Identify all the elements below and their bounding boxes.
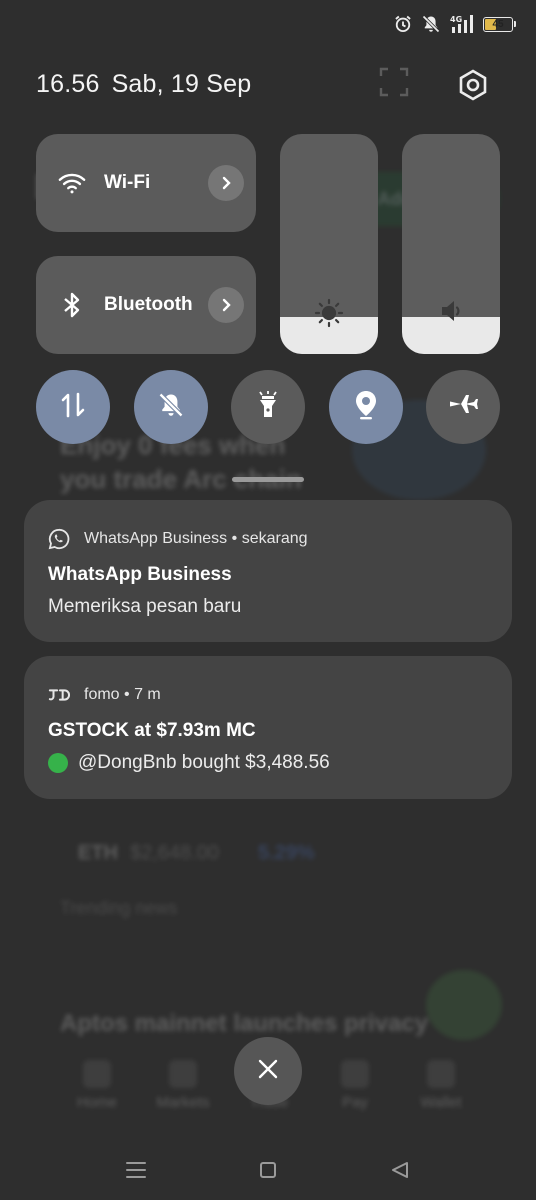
- wifi-details-button[interactable]: [208, 165, 244, 201]
- battery-icon: 45: [483, 16, 513, 32]
- whatsapp-icon: [48, 528, 70, 550]
- network-label: 4G: [450, 15, 462, 24]
- notification-time: 7 m: [134, 686, 161, 703]
- bg-eth-change: 5.29%: [258, 842, 315, 864]
- wifi-label: Wi-Fi: [104, 172, 151, 193]
- bg-eth-symbol: ETH: [78, 842, 118, 864]
- back-button[interactable]: [386, 1156, 414, 1184]
- notification-app-name: fomo: [84, 686, 120, 703]
- bg-assistant-icon: [426, 970, 502, 1040]
- notification-time: sekarang: [241, 530, 308, 547]
- airplane-mode-toggle[interactable]: [426, 370, 500, 444]
- volume-slider[interactable]: [402, 134, 500, 354]
- home-button[interactable]: [254, 1156, 282, 1184]
- speaker-icon: [402, 298, 500, 324]
- clear-all-button[interactable]: [234, 1037, 302, 1105]
- battery-percent: 45: [492, 18, 504, 30]
- signal-4g-icon: 4G: [449, 14, 475, 34]
- notification-fomo[interactable]: fomo • 7 m GSTOCK at $7.93m MC @DongBnb …: [24, 656, 512, 799]
- bluetooth-icon: [58, 291, 86, 319]
- bg-news-headline: Aptos mainnet launches privacy: [60, 1010, 429, 1037]
- bg-nav-tab: Markets: [148, 1060, 218, 1111]
- recent-apps-button[interactable]: [122, 1156, 150, 1184]
- clock[interactable]: 16.56 Sab, 19 Sep: [36, 70, 251, 99]
- wifi-icon: [58, 169, 86, 197]
- wifi-tile[interactable]: Wi-Fi: [36, 134, 256, 232]
- mobile-data-toggle[interactable]: [36, 370, 110, 444]
- bluetooth-tile[interactable]: Bluetooth: [36, 256, 256, 354]
- time-text: 16.56: [36, 70, 100, 98]
- edit-tiles-icon[interactable]: [378, 66, 410, 98]
- panel-drag-handle[interactable]: [232, 477, 304, 482]
- notification-title: WhatsApp Business: [48, 564, 232, 585]
- brightness-icon: [280, 298, 378, 328]
- notification-body-text: Memeriksa pesan baru: [48, 596, 242, 617]
- airplane-icon: [448, 392, 478, 423]
- fomo-logo-icon: [48, 684, 70, 706]
- system-nav-bar: [0, 1140, 536, 1200]
- notification-header: fomo • 7 m: [48, 684, 161, 706]
- brightness-slider[interactable]: [280, 134, 378, 354]
- bg-nav-tab: Wallet: [406, 1060, 476, 1111]
- mobile-data-icon: [60, 391, 86, 424]
- silent-mode-toggle[interactable]: [134, 370, 208, 444]
- status-bar: 4G 45: [393, 12, 516, 36]
- notification-title: GSTOCK at $7.93m MC: [48, 720, 256, 741]
- green-circle-icon: [48, 753, 68, 773]
- settings-gear-icon[interactable]: [456, 68, 490, 102]
- flashlight-toggle[interactable]: [231, 370, 305, 444]
- date-text: Sab, 19 Sep: [111, 70, 252, 98]
- location-icon: [354, 390, 378, 425]
- bg-nav-tab: Home: [62, 1060, 132, 1111]
- notification-whatsapp[interactable]: WhatsApp Business • sekarang WhatsApp Bu…: [24, 500, 512, 642]
- flashlight-icon: [257, 390, 279, 424]
- bg-eth-price: $2,648.00: [130, 842, 219, 864]
- location-toggle[interactable]: [329, 370, 403, 444]
- notification-body: Memeriksa pesan baru: [48, 596, 241, 618]
- bluetooth-label: Bluetooth: [104, 294, 193, 315]
- close-icon: [257, 1058, 279, 1085]
- bg-nav-tab: Pay: [320, 1060, 390, 1111]
- notification-app-name: WhatsApp Business: [84, 530, 228, 547]
- bg-trending: Trending news: [60, 898, 178, 918]
- separator-dot: •: [119, 686, 135, 703]
- notification-body-text: @DongBnb bought $3,488.56: [78, 752, 330, 773]
- bell-off-icon: [157, 391, 185, 424]
- notification-header: WhatsApp Business • sekarang: [48, 528, 308, 550]
- notification-body: @DongBnb bought $3,488.56: [48, 752, 330, 774]
- bell-off-icon: [421, 14, 441, 34]
- alarm-icon: [393, 14, 413, 34]
- bluetooth-details-button[interactable]: [208, 287, 244, 323]
- separator-dot: •: [227, 530, 242, 547]
